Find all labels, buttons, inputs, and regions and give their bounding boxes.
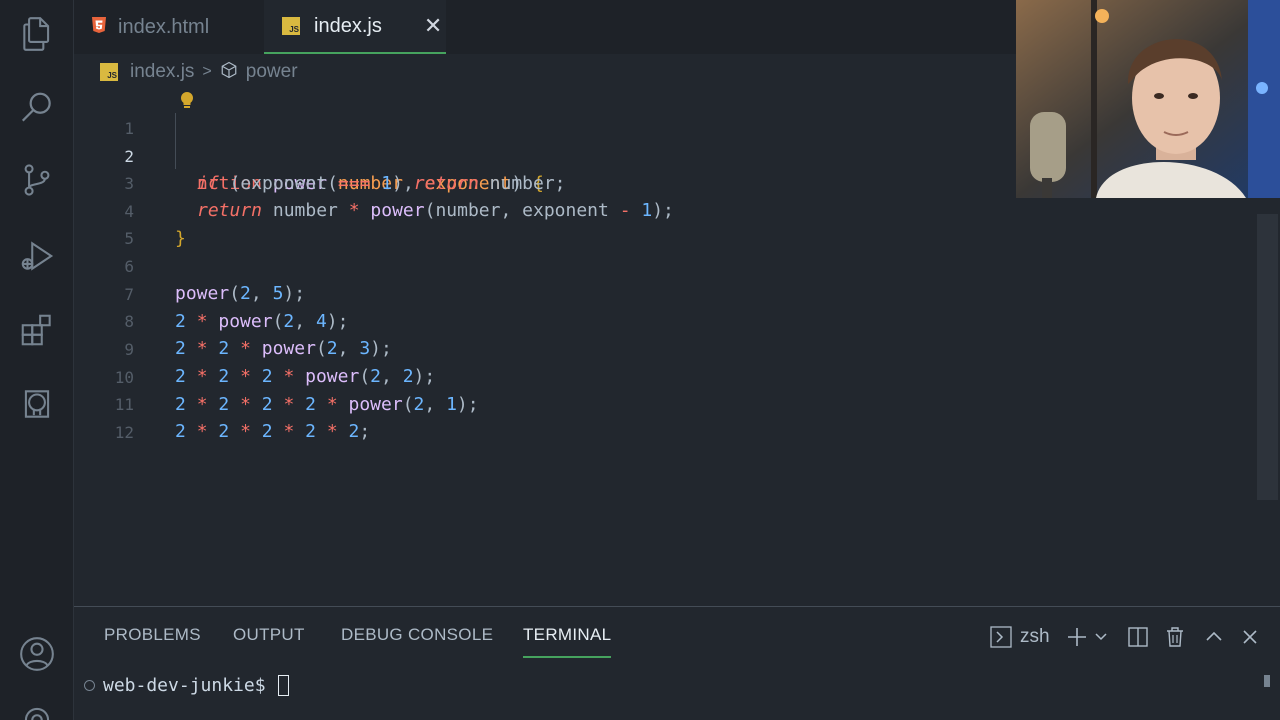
active-tab-indicator: [523, 656, 611, 658]
terminal-prompt-line[interactable]: web-dev-junkie$: [84, 675, 289, 696]
run-debug-icon[interactable]: [17, 236, 57, 276]
new-terminal-button[interactable]: [1066, 623, 1108, 651]
webcam-overlay: [1016, 0, 1280, 198]
tab-output[interactable]: OUTPUT: [233, 625, 305, 645]
close-panel-button[interactable]: [1241, 623, 1259, 651]
activity-bar: [0, 0, 74, 720]
breadcrumb-symbol[interactable]: power: [246, 61, 298, 83]
terminal-shell-selector[interactable]: zsh: [990, 623, 1050, 651]
terminal-prompt: web-dev-junkie$: [103, 675, 266, 696]
code-line: 5: [74, 197, 1254, 248]
account-icon[interactable]: [17, 634, 57, 674]
tab-terminal[interactable]: TERMINAL: [523, 625, 611, 645]
js-icon: JS: [100, 63, 118, 81]
tab-label: index.html: [118, 15, 210, 38]
code-line: 8 2 * 2 * power(2, 3);: [74, 280, 1254, 360]
extensions-icon[interactable]: [17, 310, 57, 350]
maximize-panel-button[interactable]: [1205, 623, 1223, 651]
code-line: 6 power(2, 5);: [74, 225, 1254, 305]
code-line: 9 2 * 2 * 2 * power(2, 2);: [74, 308, 1254, 388]
code-line: 12: [74, 391, 1254, 442]
breadcrumb-file[interactable]: index.js: [130, 61, 194, 83]
terminal-scrollbar[interactable]: [1264, 675, 1270, 687]
tab-debug-console[interactable]: DEBUG CONSOLE: [341, 625, 493, 645]
tab-index-html[interactable]: index.html: [74, 0, 264, 54]
scrollbar[interactable]: [1257, 214, 1278, 500]
symbol-cube-icon: [220, 61, 238, 84]
code-line: 10 2 * 2 * 2 * 2 * power(2, 1);: [74, 336, 1254, 416]
bottom-panel: PROBLEMS OUTPUT DEBUG CONSOLE TERMINAL z…: [74, 606, 1280, 720]
shell-name: zsh: [1020, 626, 1050, 647]
plus-icon: [1068, 628, 1086, 646]
chevron-up-icon: [1206, 631, 1222, 641]
tab-index-js[interactable]: JS index.js ✕: [264, 0, 446, 54]
line-number: 12: [114, 422, 134, 442]
tab-problems[interactable]: PROBLEMS: [104, 625, 201, 645]
close-icon: [1243, 630, 1257, 644]
source-control-icon[interactable]: [17, 160, 57, 200]
terminal-cursor: [277, 675, 289, 696]
code-line: 7 2 * power(2, 4);: [74, 253, 1254, 333]
split-terminal-button[interactable]: [1127, 623, 1149, 651]
terminal-status-icon: [84, 680, 95, 691]
chevron-right-icon: >: [202, 63, 212, 80]
terminal-icon: [990, 626, 1012, 648]
close-icon[interactable]: ✕: [424, 13, 442, 39]
html5-icon: [92, 16, 106, 38]
tab-label: index.js: [314, 14, 382, 37]
lightbulb-icon[interactable]: [179, 91, 195, 111]
kill-terminal-button[interactable]: [1165, 623, 1185, 651]
trash-icon: [1167, 627, 1183, 647]
breadcrumb: JS index.js > power: [100, 58, 298, 86]
chevron-down-icon[interactable]: [1094, 630, 1108, 644]
js-icon: JS: [282, 17, 300, 35]
database-elephant-icon[interactable]: [17, 384, 57, 424]
settings-gear-icon[interactable]: [17, 700, 57, 720]
search-icon[interactable]: [17, 88, 57, 128]
split-icon: [1128, 627, 1148, 647]
explorer-icon[interactable]: [17, 14, 57, 54]
code-line: 11 2 * 2 * 2 * 2 * 2;: [74, 363, 1254, 443]
